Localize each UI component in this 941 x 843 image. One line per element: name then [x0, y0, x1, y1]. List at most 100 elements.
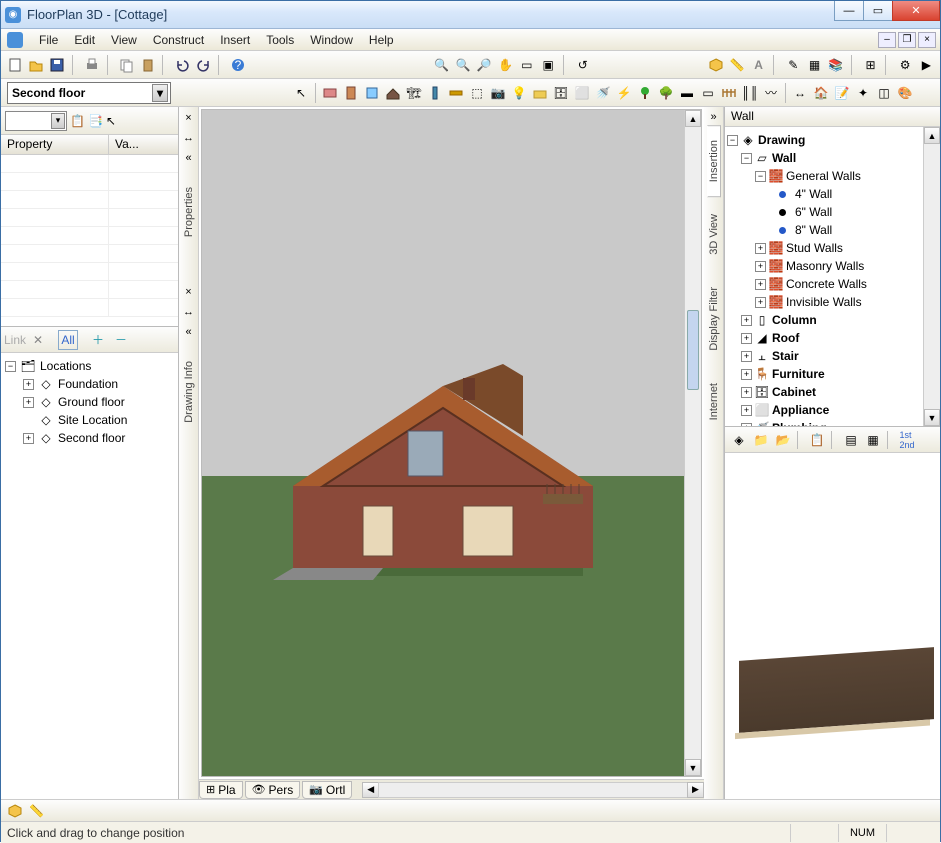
- menu-edit[interactable]: Edit: [66, 31, 103, 49]
- close-panel-icon[interactable]: »: [710, 111, 716, 123]
- rail-tool[interactable]: ║║: [740, 82, 760, 104]
- dock-panel-icon[interactable]: «: [182, 151, 196, 165]
- fence-tool[interactable]: [719, 82, 739, 104]
- expand-icon[interactable]: +: [741, 387, 752, 398]
- help-button[interactable]: ?: [229, 54, 248, 76]
- zoom-window-button[interactable]: 🔎: [475, 54, 494, 76]
- plant-tool[interactable]: [635, 82, 655, 104]
- new-button[interactable]: [5, 54, 24, 76]
- document-icon[interactable]: [7, 32, 23, 48]
- scroll-down-icon[interactable]: ▼: [924, 409, 940, 426]
- collapse-icon[interactable]: −: [755, 171, 766, 182]
- copy-item-button[interactable]: 📋: [807, 430, 827, 450]
- mdi-close[interactable]: ×: [918, 32, 936, 48]
- zoom-selection-button[interactable]: ▣: [538, 54, 557, 76]
- copy-button[interactable]: [117, 54, 136, 76]
- menu-help[interactable]: Help: [361, 31, 402, 49]
- expand-icon[interactable]: +: [755, 297, 766, 308]
- scroll-up-icon[interactable]: ▲: [685, 110, 701, 127]
- render-button[interactable]: ▶: [917, 54, 936, 76]
- scroll-left-icon[interactable]: ◀: [362, 782, 379, 798]
- expand-icon[interactable]: +: [741, 405, 752, 416]
- location-item[interactable]: Ground floor: [58, 395, 125, 409]
- settings-button[interactable]: ⚙: [895, 54, 914, 76]
- view-mode-button[interactable]: ◈: [729, 430, 749, 450]
- expand-icon[interactable]: +: [741, 315, 752, 326]
- catalog-button[interactable]: ▦: [805, 54, 824, 76]
- column-tool[interactable]: [425, 82, 445, 104]
- select-tool[interactable]: ↖: [291, 82, 311, 104]
- path-tool[interactable]: 〰: [761, 82, 781, 104]
- mdi-minimize[interactable]: –: [878, 32, 896, 48]
- folder-button[interactable]: 📁: [751, 430, 771, 450]
- collapse-icon[interactable]: −: [5, 361, 16, 372]
- location-item[interactable]: Foundation: [58, 377, 118, 391]
- light-tool[interactable]: 💡: [509, 82, 529, 104]
- collapse-icon[interactable]: −: [741, 153, 752, 164]
- dimension-tool[interactable]: ↔: [790, 82, 810, 104]
- roof-tool[interactable]: [383, 82, 403, 104]
- preview-pane[interactable]: [725, 453, 940, 799]
- menu-window[interactable]: Window: [302, 31, 361, 49]
- show-all-button[interactable]: All: [58, 330, 78, 350]
- tab-perspective[interactable]: 👁 Pers: [245, 781, 301, 799]
- minimize-button[interactable]: —: [834, 1, 864, 21]
- wall-tool[interactable]: [320, 82, 340, 104]
- expand-icon[interactable]: +: [755, 261, 766, 272]
- expand-icon[interactable]: +: [755, 243, 766, 254]
- undo-button[interactable]: [173, 54, 192, 76]
- tab-plan[interactable]: ⊞ Pla: [199, 781, 243, 799]
- note-tool[interactable]: 📝: [832, 82, 852, 104]
- sort-button[interactable]: 1st2nd: [897, 430, 917, 450]
- expand-icon[interactable]: +: [741, 369, 752, 380]
- close-panel-icon[interactable]: ×: [182, 285, 196, 299]
- select-similar-button[interactable]: 📋: [70, 114, 85, 128]
- deck-tool[interactable]: ▬: [677, 82, 697, 104]
- zoom-extents-button[interactable]: ▭: [517, 54, 536, 76]
- delete-location-button[interactable]: ✕: [28, 330, 48, 350]
- door-tool[interactable]: [341, 82, 361, 104]
- menu-view[interactable]: View: [103, 31, 145, 49]
- plumbing-tool[interactable]: 🚿: [593, 82, 613, 104]
- terrain-tool[interactable]: 🌳: [656, 82, 676, 104]
- 3d-canvas[interactable]: [202, 110, 684, 776]
- mdi-restore[interactable]: ❐: [898, 32, 916, 48]
- list-small-button[interactable]: ▤: [841, 430, 861, 450]
- pan-button[interactable]: ✋: [496, 54, 515, 76]
- print-button[interactable]: [82, 54, 101, 76]
- collapse-icon[interactable]: −: [727, 135, 738, 146]
- stair-tool[interactable]: 🏗: [404, 82, 424, 104]
- text-button[interactable]: A: [749, 54, 768, 76]
- bottom-3d-button[interactable]: [7, 803, 23, 819]
- bottom-measure-button[interactable]: 📏: [29, 804, 44, 818]
- menu-insert[interactable]: Insert: [212, 31, 258, 49]
- menu-tools[interactable]: Tools: [258, 31, 302, 49]
- grid-button[interactable]: ⊞: [861, 54, 880, 76]
- window-tool[interactable]: [362, 82, 382, 104]
- location-item[interactable]: Site Location: [58, 413, 127, 427]
- pin-panel-icon[interactable]: ↔: [182, 305, 196, 319]
- cabinet-tool[interactable]: 🗄: [551, 82, 571, 104]
- vtab-display-filter[interactable]: Display Filter: [707, 272, 721, 366]
- slab-tool[interactable]: ▭: [698, 82, 718, 104]
- open-button[interactable]: [26, 54, 45, 76]
- open-folder-button[interactable]: 📂: [773, 430, 793, 450]
- pin-panel-icon[interactable]: ↔: [182, 131, 196, 145]
- close-button[interactable]: ✕: [892, 1, 940, 21]
- pick-button[interactable]: ↖: [106, 114, 116, 128]
- expand-icon[interactable]: +: [741, 351, 752, 362]
- menu-construct[interactable]: Construct: [145, 31, 212, 49]
- location-item[interactable]: Second floor: [58, 431, 125, 445]
- scroll-up-icon[interactable]: ▲: [924, 127, 940, 144]
- select-all-button[interactable]: 📑: [88, 114, 103, 128]
- opening-tool[interactable]: ⬚: [467, 82, 487, 104]
- remove-location-button[interactable]: －: [111, 330, 131, 350]
- filter-combo[interactable]: ▾: [5, 111, 67, 131]
- 3d-mode-button[interactable]: [706, 54, 725, 76]
- camera-tool[interactable]: 📷: [488, 82, 508, 104]
- material-tool[interactable]: 🎨: [895, 82, 915, 104]
- symbol-tool[interactable]: ✦: [853, 82, 873, 104]
- properties-header-value[interactable]: Va...: [109, 135, 178, 154]
- vtab-3d-view[interactable]: 3D View: [707, 199, 721, 270]
- expand-icon[interactable]: +: [741, 423, 752, 427]
